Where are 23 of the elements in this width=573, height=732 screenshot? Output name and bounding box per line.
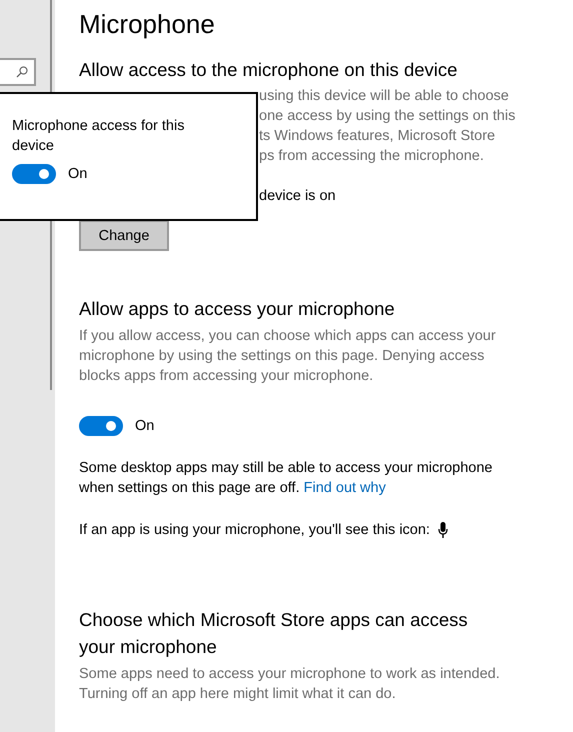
desktop-apps-note: Some desktop apps may still be able to access your microphone when settings on this page are off. Find out why [79, 459, 494, 498]
search-icon [16, 66, 28, 78]
icon-note: If an app is using your microphone, you'll see this icon: [79, 522, 430, 538]
description-line: ts Windows features, Microsoft Store [259, 127, 496, 146]
section-heading: Choose which Microsoft Store apps can access your microphone [79, 608, 469, 659]
flyout-title: Microphone access for this device [12, 117, 186, 156]
toggle-switch[interactable] [79, 416, 123, 436]
search-field[interactable] [0, 58, 36, 86]
description-line: using this device will be able to choose [259, 87, 510, 106]
page-title: Microphone [79, 8, 216, 41]
change-button[interactable]: Change [79, 220, 169, 251]
section-description: Some apps need to access your microphone to work as intended. Turning off an app here might limit what it can do. [79, 665, 501, 704]
status-text: device is on [259, 188, 336, 204]
description-line: one access by using the settings on this [259, 107, 516, 126]
section-heading: Allow access to the microphone on this device [79, 58, 458, 82]
toggle-label: On [135, 418, 154, 434]
toggle-label: On [68, 166, 88, 182]
find-out-why-link[interactable]: Find out why [304, 480, 386, 496]
section-heading: Allow apps to access your microphone [79, 297, 396, 321]
toggle-switch[interactable] [12, 164, 56, 184]
microphone-icon [438, 522, 448, 538]
description-line: ps from accessing the microphone. [259, 147, 485, 166]
section-description: If you allow access, you can choose which apps can access your microphone by using the settings on this page. Denying access blocks apps from accessing your microphone. [79, 327, 497, 386]
